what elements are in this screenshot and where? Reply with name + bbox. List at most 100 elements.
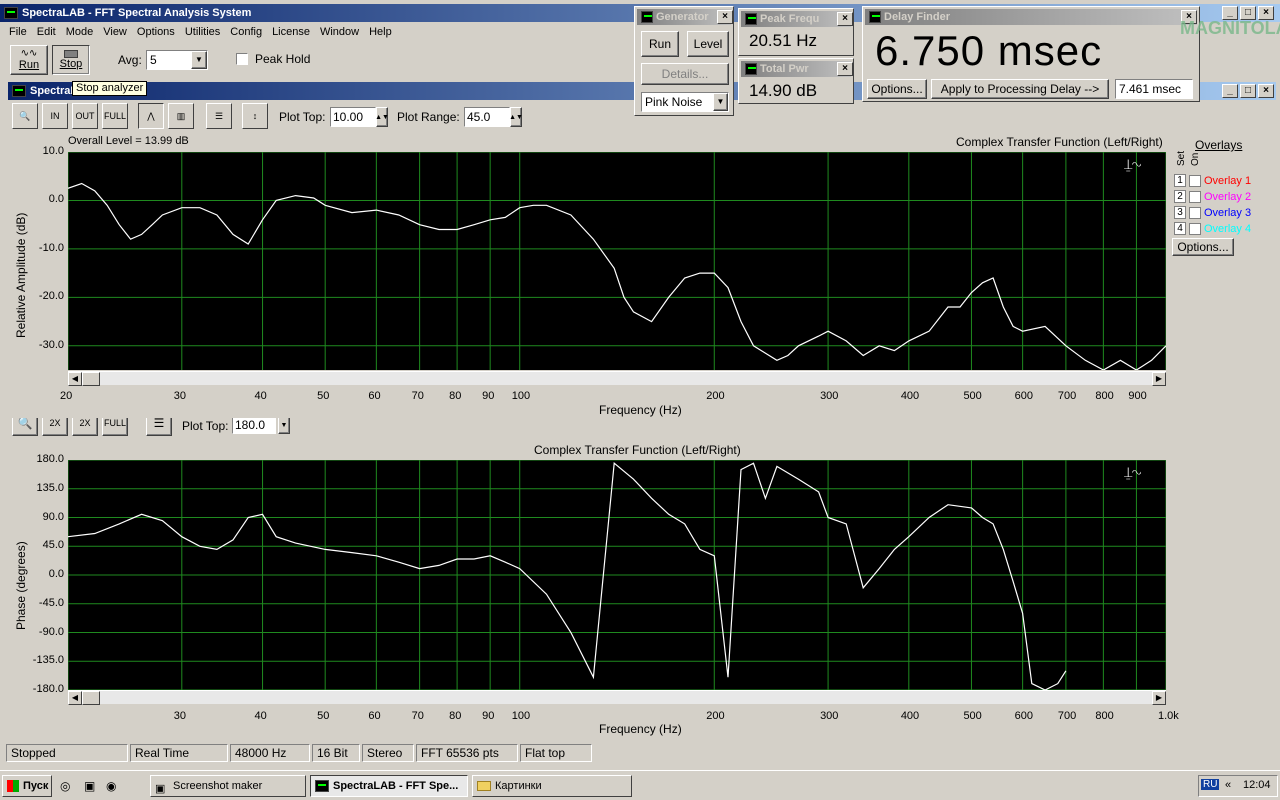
- menu-item-view[interactable]: View: [98, 24, 132, 40]
- zoom-out-2x-icon[interactable]: OUT: [72, 103, 98, 129]
- x-tick-label: 700: [1057, 710, 1077, 722]
- run-button[interactable]: ∿∿ Run: [10, 45, 48, 75]
- quicklaunch-icon[interactable]: ◉: [106, 779, 116, 793]
- x-tick-label: 30: [173, 710, 187, 722]
- x-tick-label: 70: [411, 390, 424, 402]
- bottom-plot-cursor-icon[interactable]: ⍊∿: [1124, 464, 1141, 481]
- x-tick-label: 50: [317, 390, 330, 402]
- overlay-checkbox[interactable]: [1189, 222, 1201, 235]
- menu-item-utilities[interactable]: Utilities: [180, 24, 225, 40]
- top-plot-scrollbar[interactable]: ◀ ▶: [68, 371, 1166, 386]
- delay-value: 6.750 msec: [875, 27, 1103, 74]
- vertical-scale-icon[interactable]: ↕: [242, 103, 268, 129]
- delay-options-button[interactable]: Options...: [867, 79, 927, 99]
- plot-top-input[interactable]: 10.00: [330, 107, 376, 127]
- generator-title: Generator: [656, 11, 709, 23]
- menu-item-mode[interactable]: Mode: [61, 24, 99, 40]
- zoom-icon[interactable]: 🔍: [12, 103, 38, 129]
- taskbar-item[interactable]: ▣ Screenshot maker: [150, 775, 306, 797]
- bottom-plot-title: Complex Transfer Function (Left/Right): [534, 443, 741, 457]
- taskbar-item-active[interactable]: SpectraLAB - FFT Spe...: [310, 775, 468, 797]
- start-button[interactable]: Пуск: [2, 775, 52, 797]
- generator-run-button[interactable]: Run: [641, 31, 679, 57]
- list-icon[interactable]: ☰: [206, 103, 232, 129]
- close-icon[interactable]: ×: [837, 12, 853, 26]
- overlay-checkbox[interactable]: [1189, 190, 1201, 203]
- tray-expand-icon[interactable]: «: [1225, 779, 1231, 791]
- x-tick-label: 600: [1014, 710, 1033, 722]
- bar-mode-icon[interactable]: ▥: [168, 103, 194, 129]
- overlays-title[interactable]: Overlays: [1195, 138, 1242, 152]
- scroll-left-icon[interactable]: ◀: [68, 691, 82, 705]
- processing-delay-value: 7.461 msec: [1119, 82, 1182, 96]
- overlay-set-button[interactable]: 4: [1174, 222, 1186, 235]
- close-icon[interactable]: ×: [837, 62, 853, 76]
- menu-item-options[interactable]: Options: [132, 24, 180, 40]
- list-icon[interactable]: ☰: [146, 418, 172, 436]
- overlay-set-button[interactable]: 3: [1174, 206, 1186, 219]
- plot-top-spinner[interactable]: ▲▼: [375, 107, 389, 127]
- status-bar: Stopped Real Time 48000 Hz 16 Bit Stereo FFT …: [6, 744, 1276, 762]
- peak-frequency-title-bar[interactable]: Peak Frequ: [741, 11, 851, 27]
- overlay-set-button[interactable]: 1: [1174, 174, 1186, 187]
- total-power-panel: Total Pwr × 14.90 dB: [738, 58, 854, 104]
- bottom-plot-top-label: Plot Top:: [182, 419, 229, 433]
- minimize-icon[interactable]: _: [1222, 84, 1238, 98]
- inner-window-controls: _ □ ×: [1222, 84, 1274, 98]
- quicklaunch-icon[interactable]: ▣: [84, 779, 95, 793]
- menu-item-license[interactable]: License: [267, 24, 315, 40]
- noise-type-select[interactable]: Pink Noise ▼: [641, 92, 729, 112]
- close-icon[interactable]: ×: [717, 10, 733, 24]
- scroll-left-icon[interactable]: ◀: [68, 372, 82, 386]
- plot-range-input[interactable]: 45.0: [464, 107, 510, 127]
- generator-level-button[interactable]: Level: [687, 31, 729, 57]
- app-icon: [315, 780, 329, 792]
- zoom-in-2x-icon[interactable]: IN: [42, 103, 68, 129]
- chevron-down-icon[interactable]: ▼: [191, 51, 207, 69]
- menu-item-window[interactable]: Window: [315, 24, 364, 40]
- close-icon[interactable]: ×: [1258, 84, 1274, 98]
- zoom-out-full-icon[interactable]: FULL: [102, 418, 128, 436]
- total-power-title-bar[interactable]: Total Pwr: [741, 61, 851, 77]
- language-indicator[interactable]: RU: [1201, 779, 1220, 790]
- bottom-plot-top-input[interactable]: 180.0: [232, 418, 276, 434]
- quicklaunch-icon[interactable]: ◎: [60, 779, 70, 793]
- chevron-down-icon[interactable]: ▼: [713, 93, 728, 111]
- overlays-options-button[interactable]: Options...: [1172, 238, 1234, 256]
- zoom-out-full-icon[interactable]: FULL: [102, 103, 128, 129]
- apply-delay-button[interactable]: Apply to Processing Delay -->: [931, 79, 1109, 99]
- processing-delay-field[interactable]: 7.461 msec: [1115, 79, 1193, 99]
- peak-hold-checkbox[interactable]: [236, 53, 248, 65]
- zoom-out-2x-icon[interactable]: 2X: [72, 418, 98, 436]
- avg-value: 5: [150, 53, 157, 67]
- scroll-thumb[interactable]: [82, 372, 100, 386]
- x-tick-label: 500: [963, 390, 982, 402]
- overlay-label: Overlay 3: [1204, 206, 1252, 219]
- maximize-icon[interactable]: □: [1240, 84, 1256, 98]
- bottom-plot-top-spinner[interactable]: ▼: [278, 418, 290, 434]
- overlay-set-button[interactable]: 2: [1174, 190, 1186, 203]
- top-plot-chart[interactable]: [68, 152, 1166, 370]
- line-mode-icon[interactable]: ⋀: [138, 103, 164, 129]
- delay-finder-title-bar[interactable]: Delay Finder: [865, 9, 1197, 25]
- overlay-checkbox[interactable]: [1189, 206, 1201, 219]
- bottom-plot-chart[interactable]: [68, 460, 1166, 690]
- overlay-checkbox[interactable]: [1189, 174, 1201, 187]
- zoom-icon[interactable]: 🔍: [12, 418, 38, 436]
- plot-range-spinner[interactable]: ▲▼: [509, 107, 523, 127]
- taskbar-item[interactable]: Картинки: [472, 775, 632, 797]
- top-plot-cursor-icon[interactable]: ⍊∿: [1124, 156, 1141, 173]
- x-tick-label: 60: [368, 710, 381, 722]
- menu-item-config[interactable]: Config: [225, 24, 267, 40]
- stop-button[interactable]: Stop: [52, 45, 90, 75]
- scroll-right-icon[interactable]: ▶: [1152, 691, 1166, 705]
- avg-select[interactable]: 5 ▼: [146, 50, 208, 70]
- bottom-plot-scrollbar[interactable]: ◀ ▶: [68, 690, 1166, 705]
- menu-item-edit[interactable]: Edit: [32, 24, 61, 40]
- scroll-thumb[interactable]: [82, 691, 100, 705]
- menu-item-help[interactable]: Help: [364, 24, 397, 40]
- zoom-in-2x-icon[interactable]: 2X: [42, 418, 68, 436]
- generator-details-button[interactable]: Details...: [641, 63, 729, 85]
- scroll-right-icon[interactable]: ▶: [1152, 372, 1166, 386]
- menu-item-file[interactable]: File: [4, 24, 32, 40]
